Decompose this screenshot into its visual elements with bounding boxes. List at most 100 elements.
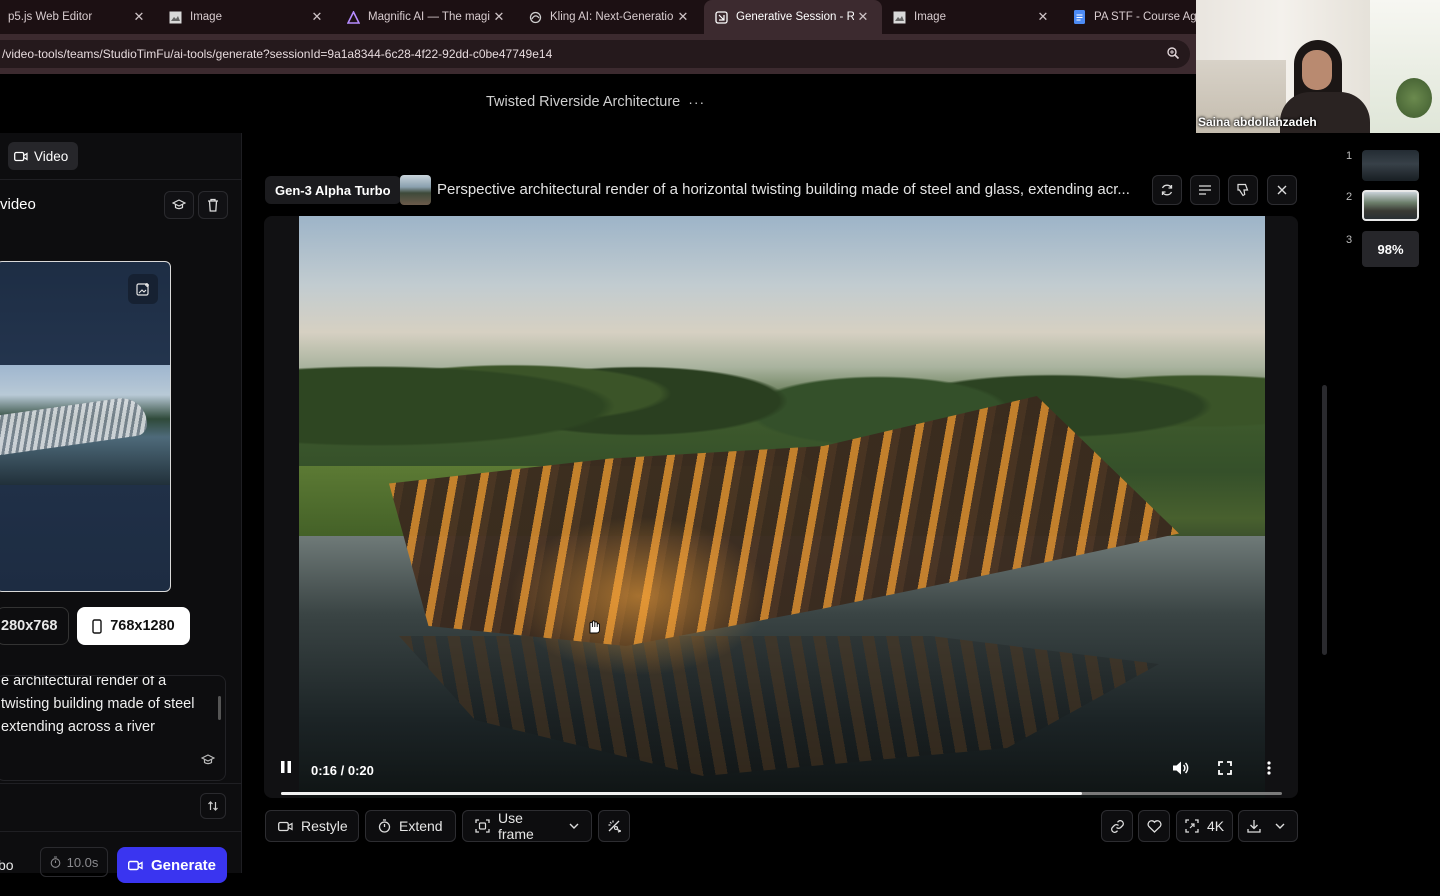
link-icon [1110,819,1125,834]
tab-title: Image [190,11,222,23]
close-button[interactable] [1267,175,1297,205]
prompt-scrollbar[interactable] [218,696,221,720]
video-mode-chip[interactable]: Video [8,142,79,170]
dislike-button[interactable] [1228,175,1258,205]
prompt-text[interactable]: e architectural render of a twisting bui… [0,676,207,739]
chevron-down-icon[interactable] [569,823,579,829]
video-frame[interactable] [299,216,1265,798]
portrait-phone-icon [92,618,102,634]
mouse-cursor-icon [586,616,600,634]
browser-tab-active[interactable]: Generative Session - Run ✕ [704,0,882,34]
favorite-button[interactable] [1138,810,1170,842]
browser-tab[interactable]: PA STF - Course Agen [1062,0,1196,34]
tab-title: Generative Session - Run [736,11,854,23]
prompt-line: twisting building made of steel [1,696,195,712]
video-player[interactable]: 0:16 / 0:20 [264,216,1298,798]
model-selector[interactable]: bo [0,857,14,873]
generation-header: Gen-3 Alpha Turbo Perspective architectu… [264,168,1298,205]
browser-tab[interactable]: Kling AI: Next-Generation ✕ [518,0,702,34]
session-title[interactable]: Twisted Riverside Architecture [486,94,680,110]
graduation-cap-icon [172,199,186,211]
more-vertical-icon[interactable] [1267,761,1271,775]
delete-button[interactable] [198,191,228,219]
url-text[interactable]: /video-tools/teams/StudioTimFu/ai-tools/… [2,47,552,61]
ratio-label: 768x1280 [110,618,175,634]
tab-close-icon[interactable]: ✕ [130,9,148,25]
trash-icon [207,198,219,212]
browser-tab-bar: p5.js Web Editor ✕ Image ✕ Magnific AI —… [0,0,1196,34]
extend-button[interactable]: Extend [365,810,456,842]
lipsync-button[interactable] [598,810,630,842]
volume-icon[interactable] [1172,760,1190,776]
main-scrollbar[interactable] [1322,385,1327,655]
video-camera-icon [127,860,143,871]
copy-link-button[interactable] [1101,810,1133,842]
tab-close-icon[interactable]: ✕ [854,9,872,25]
upscale-4k-button[interactable]: 4K [1176,810,1233,842]
video-mode-label: Video [34,148,69,164]
video-controls: 0:16 / 0:20 [264,736,1298,798]
docs-favicon-icon [1072,10,1086,24]
url-field[interactable]: /video-tools/teams/StudioTimFu/ai-tools/… [0,40,1190,68]
ratio-option-portrait[interactable]: 768x1280 [77,607,190,645]
text-lines-icon [1198,184,1212,196]
divider [0,783,242,784]
divider [0,831,242,832]
close-icon [1276,184,1288,196]
image-favicon-icon [892,10,906,24]
extend-label: Extend [399,818,443,834]
generate-label: Generate [150,856,217,874]
generation-prompt[interactable]: Perspective architectural render of a ho… [437,181,1147,198]
input-image [0,365,170,485]
more-options-icon[interactable]: ··· [688,94,705,110]
tab-title: Kling AI: Next-Generation [550,11,674,23]
fullscreen-icon[interactable] [1218,761,1232,775]
prompt-textarea[interactable]: e architectural render of a twisting bui… [0,675,226,781]
input-image-card[interactable] [0,261,171,592]
restyle-button[interactable]: Restyle [265,810,359,842]
video-scene-light-glow [509,516,769,676]
swap-settings-button[interactable] [200,793,226,819]
tab-close-icon[interactable]: ✕ [308,9,326,25]
kling-favicon-icon [528,10,542,24]
duration-selector[interactable]: 10.0s [40,847,108,877]
chevron-down-icon[interactable] [1275,823,1285,829]
history-index: 1 [1346,150,1353,162]
edit-image-button[interactable] [128,274,158,304]
use-frame-button[interactable]: Use frame [462,810,592,842]
prompt-reference-thumbnail[interactable] [400,175,431,205]
generation-progress-label: 98% [1377,241,1404,257]
ratio-label: 280x768 [1,618,58,634]
image-edit-icon [135,282,151,297]
refresh-icon [1160,183,1174,197]
tab-close-icon[interactable]: ✕ [1034,9,1052,25]
video-progress-bar[interactable] [281,792,1282,795]
reuse-settings-button[interactable] [1152,175,1182,205]
browser-tab[interactable]: Image ✕ [158,0,336,34]
video-timecode: 0:16 / 0:20 [311,763,374,778]
generate-button[interactable]: Generate [117,847,227,883]
upscale-icon [1185,819,1199,833]
tab-title: p5.js Web Editor [8,11,93,23]
tab-close-icon[interactable]: ✕ [674,9,692,25]
browser-tab[interactable]: p5.js Web Editor ✕ [0,0,158,34]
tab-close-icon[interactable]: ✕ [490,9,508,25]
browser-tab[interactable]: Magnific AI — The magic ✕ [336,0,518,34]
panel-heading: video [0,196,36,213]
webcam-overlay: Saina abdollahzadeh [1196,0,1440,133]
session-title-bar: Twisted Riverside Architecture ··· [486,94,705,110]
learn-button[interactable] [164,191,194,219]
history-thumbnail-progress[interactable]: 98% [1362,231,1419,267]
ratio-option-landscape[interactable]: 280x768 [0,607,69,645]
magic-crossed-icon [607,819,621,833]
download-button[interactable] [1238,810,1298,842]
history-thumbnail-selected[interactable] [1362,190,1419,221]
divider [0,179,242,180]
graduation-cap-icon[interactable] [201,754,215,766]
pause-icon[interactable] [280,760,292,774]
zoom-icon[interactable] [1166,46,1180,60]
upscale-label: 4K [1207,818,1225,834]
history-thumbnail[interactable] [1362,150,1419,181]
browser-tab[interactable]: Image ✕ [882,0,1062,34]
details-button[interactable] [1190,175,1220,205]
